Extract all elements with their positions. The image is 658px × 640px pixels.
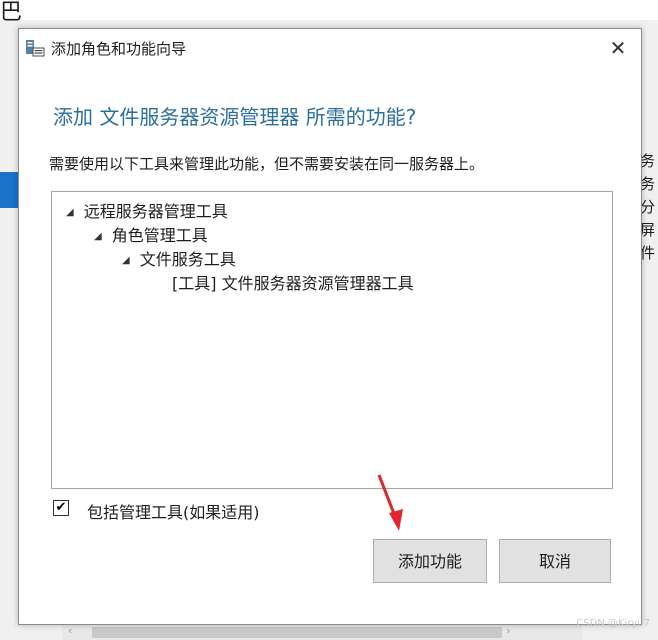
expand-triangle-icon[interactable]: ◢ <box>122 255 130 266</box>
close-button[interactable]: ✕ <box>605 35 631 61</box>
background-nav-highlight <box>0 172 18 208</box>
tree-item-label: 远程服务器管理工具 <box>83 202 228 221</box>
watermark: CSDN @Kiryu7 <box>576 618 650 629</box>
dialog-title: 添加角色和功能向导 <box>51 40 187 58</box>
expand-triangle-icon[interactable]: ◢ <box>66 207 74 218</box>
expand-triangle-icon[interactable]: ◢ <box>94 231 102 242</box>
feature-tree: ◢ 远程服务器管理工具 ◢ 角色管理工具 ◢ 文件服务工具 [工具] 文件服务器资源管… <box>51 191 613 489</box>
background-right-text: 务 务 分 屏 件 <box>640 150 658 265</box>
scroll-right-icon[interactable]: › <box>506 624 510 637</box>
tree-item-label: [工具] 文件服务器资源管理器工具 <box>172 274 414 293</box>
background-text-line: 件 <box>640 244 656 262</box>
checkmark-icon: ✔ <box>55 500 67 515</box>
background-horizontal-scrollbar[interactable]: ‹ › <box>62 624 582 640</box>
add-features-button[interactable]: 添加功能 <box>373 539 487 583</box>
tree-item-role-admin-tools[interactable]: ◢ 角色管理工具 <box>94 222 208 246</box>
tree-item-label: 文件服务工具 <box>139 250 236 269</box>
add-roles-features-wizard-dialog: 添加角色和功能向导 ✕ 添加 文件服务器资源管理器 所需的功能? 需要使用以下工… <box>18 28 642 625</box>
background-text-line: 务 <box>640 175 656 193</box>
background-text-line: 分 <box>640 198 656 216</box>
dialog-heading: 添加 文件服务器资源管理器 所需的功能? <box>53 105 417 129</box>
background-window-header: 巴 <box>0 0 658 25</box>
cancel-button[interactable]: 取消 <box>499 539 611 583</box>
scrollbar-thumb[interactable] <box>92 627 502 638</box>
red-annotation-arrow-icon <box>377 474 403 531</box>
background-text-line: 务 <box>640 152 656 170</box>
tree-item-label: 角色管理工具 <box>111 226 208 245</box>
include-management-tools-checkbox[interactable]: ✔ <box>53 500 69 516</box>
background-glyph: 巴 <box>0 0 23 25</box>
tree-item-fsrm-tools[interactable]: [工具] 文件服务器资源管理器工具 <box>172 270 414 294</box>
close-icon: ✕ <box>609 36 627 60</box>
dialog-description: 需要使用以下工具来管理此功能，但不需要安装在同一服务器上。 <box>49 155 485 173</box>
include-management-tools-label: 包括管理工具(如果适用) <box>87 503 260 522</box>
background-text-line: 屏 <box>640 221 656 239</box>
tree-item-remote-server-admin-tools[interactable]: ◢ 远程服务器管理工具 <box>66 198 228 222</box>
server-manager-icon <box>26 40 45 57</box>
dialog-titlebar: 添加角色和功能向导 ✕ <box>19 29 641 65</box>
scroll-left-icon[interactable]: ‹ <box>68 624 72 637</box>
tree-item-file-services-tools[interactable]: ◢ 文件服务工具 <box>122 246 236 270</box>
